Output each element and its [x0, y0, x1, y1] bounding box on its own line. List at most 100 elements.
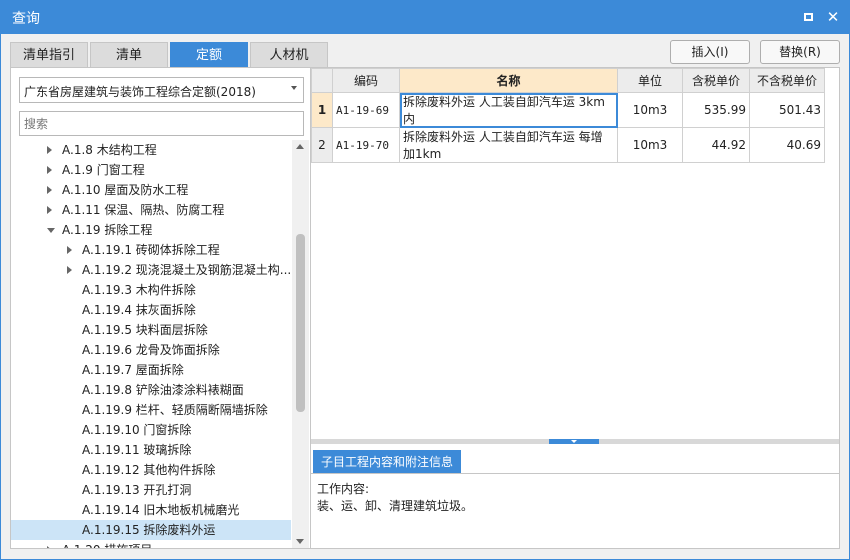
tree-item[interactable]: A.1.11 保温、隔热、防腐工程: [11, 200, 291, 220]
col-header-code[interactable]: 编码: [332, 68, 400, 93]
tree-item-label: A.1.19.15 拆除废料外运: [82, 523, 216, 537]
tab-item-info[interactable]: 子目工程内容和附注信息: [313, 450, 462, 474]
insert-button[interactable]: 插入(I): [670, 40, 750, 64]
tree-item-label: A.1.19.10 门窗拆除: [82, 423, 192, 437]
splitter-grip[interactable]: [549, 439, 599, 444]
info-text: 装、运、卸、清理建筑垃圾。: [317, 499, 474, 513]
tree-item[interactable]: A.1.19.5 块料面层拆除: [11, 320, 291, 340]
cell-code[interactable]: A1-19-69: [332, 92, 400, 128]
tree-item-label: A.1.19.9 栏杆、轻质隔断隔墙拆除: [82, 403, 268, 417]
collapsed-arrow-icon[interactable]: [47, 206, 52, 214]
quota-table: 编码 名称 单位 含税单价 不含税单价 1 A1-19-69 拆除废料外运 人工…: [311, 68, 825, 163]
table-row[interactable]: 1 A1-19-69 拆除废料外运 人工装自卸汽车运 3km内 10m3 535…: [311, 92, 825, 128]
collapsed-arrow-icon[interactable]: [47, 546, 52, 548]
tree-item-label: A.1.10 屋面及防水工程: [62, 183, 189, 197]
tree-item[interactable]: A.1.9 门窗工程: [11, 160, 291, 180]
tree-item-label: A.1.19.1 砖砌体拆除工程: [82, 243, 220, 257]
tab-list-guide[interactable]: 清单指引: [10, 42, 88, 67]
window-title: 查询: [12, 11, 40, 27]
collapsed-arrow-icon[interactable]: [67, 246, 72, 254]
tree-item[interactable]: A.1.19.3 木构件拆除: [11, 280, 291, 300]
tree-item[interactable]: A.1.19.6 龙骨及饰面拆除: [11, 340, 291, 360]
tab-labor-material-machine[interactable]: 人材机: [250, 42, 328, 67]
tree-item-label: A.1.8 木结构工程: [62, 143, 157, 157]
tree-item-label: A.1.19.2 现浇混凝土及钢筋混凝土构...: [82, 263, 291, 277]
collapsed-arrow-icon[interactable]: [47, 146, 52, 154]
title-bar: 查询 ✕: [0, 0, 850, 34]
col-header-name[interactable]: 名称: [399, 68, 618, 93]
dataset-select-value: 广东省房屋建筑与装饰工程综合定额(2018): [24, 85, 256, 99]
tree-item-label: A.1.19 拆除工程: [62, 223, 153, 237]
row-index: 2: [311, 127, 333, 163]
tree-item-label: A.1.19.3 木构件拆除: [82, 283, 196, 297]
chevron-down-icon: [571, 440, 577, 443]
tree-item[interactable]: A.1.19.1 砖砌体拆除工程: [11, 240, 291, 260]
left-panel: 广东省房屋建筑与装饰工程综合定额(2018) A.1.8 木结构工程 A.1.9 …: [10, 67, 311, 549]
cell-unit[interactable]: 10m3: [617, 127, 683, 163]
tree-item[interactable]: A.1.19.12 其他构件拆除: [11, 460, 291, 480]
table-header-row: 编码 名称 单位 含税单价 不含税单价: [311, 68, 825, 93]
tree-item[interactable]: A.1.19.13 开孔打洞: [11, 480, 291, 500]
tree-item-label: A.1.19.7 屋面拆除: [82, 363, 184, 377]
scroll-thumb[interactable]: [296, 234, 305, 412]
tab-list[interactable]: 清单: [90, 42, 168, 67]
close-icon[interactable]: ✕: [823, 7, 843, 27]
tree-scrollbar[interactable]: [292, 140, 309, 548]
tree-item-label: A.1.19.5 块料面层拆除: [82, 323, 208, 337]
col-header-price-notax[interactable]: 不含税单价: [749, 68, 825, 93]
cell-name[interactable]: 拆除废料外运 人工装自卸汽车运 3km内: [399, 92, 618, 128]
tree-item[interactable]: A.1.19.7 屋面拆除: [11, 360, 291, 380]
tree-item[interactable]: A.1.19.9 栏杆、轻质隔断隔墙拆除: [11, 400, 291, 420]
tree-item-label: A.1.20 措施项目: [62, 540, 152, 548]
tree-item[interactable]: A.1.19.14 旧木地板机械磨光: [11, 500, 291, 520]
right-panel: 编码 名称 单位 含税单价 不含税单价 1 A1-19-69 拆除废料外运 人工…: [310, 67, 840, 549]
tree-item[interactable]: A.1.19.4 抹灰面拆除: [11, 300, 291, 320]
tree-item[interactable]: A.1.20 措施项目: [11, 540, 291, 548]
cell-price-tax[interactable]: 44.92: [682, 127, 750, 163]
cell-price-notax[interactable]: 501.43: [749, 92, 825, 128]
cell-name[interactable]: 拆除废料外运 人工装自卸汽车运 每增加1km: [399, 127, 618, 163]
table-row[interactable]: 2 A1-19-70 拆除废料外运 人工装自卸汽车运 每增加1km 10m3 4…: [311, 127, 825, 163]
row-index-header: [311, 68, 333, 93]
tab-quota[interactable]: 定额: [170, 42, 248, 67]
info-content: 工作内容: 装、运、卸、清理建筑垃圾。: [311, 473, 839, 548]
tree-item-label: A.1.19.6 龙骨及饰面拆除: [82, 343, 220, 357]
chevron-down-icon: [291, 86, 297, 90]
expanded-arrow-icon[interactable]: [47, 228, 55, 233]
collapsed-arrow-icon[interactable]: [47, 186, 52, 194]
tree-item[interactable]: A.1.10 屋面及防水工程: [11, 180, 291, 200]
scroll-down-icon[interactable]: [296, 539, 304, 544]
tree-item-label: A.1.19.12 其他构件拆除: [82, 463, 216, 477]
tree-item-label: A.1.19.11 玻璃拆除: [82, 443, 192, 457]
info-heading: 工作内容:: [317, 482, 370, 496]
tree-item[interactable]: A.1.8 木结构工程: [11, 140, 291, 160]
category-tree: A.1.8 木结构工程 A.1.9 门窗工程 A.1.10 屋面及防水工程 A.1.1…: [11, 140, 291, 548]
collapsed-arrow-icon[interactable]: [47, 166, 52, 174]
tree-item-label: A.1.19.14 旧木地板机械磨光: [82, 503, 240, 517]
panel-splitter[interactable]: [311, 439, 839, 444]
tree-item[interactable]: A.1.19.8 铲除油漆涂料裱糊面: [11, 380, 291, 400]
cell-price-notax[interactable]: 40.69: [749, 127, 825, 163]
tree-item[interactable]: A.1.19 拆除工程: [11, 220, 291, 240]
cell-unit[interactable]: 10m3: [617, 92, 683, 128]
tree-item-label: A.1.19.13 开孔打洞: [82, 483, 192, 497]
replace-button[interactable]: 替换(R): [760, 40, 840, 64]
tree-item[interactable]: A.1.19.10 门窗拆除: [11, 420, 291, 440]
tree-item-label: A.1.19.4 抹灰面拆除: [82, 303, 196, 317]
cell-code[interactable]: A1-19-70: [332, 127, 400, 163]
cell-price-tax[interactable]: 535.99: [682, 92, 750, 128]
tree-item-label: A.1.11 保温、隔热、防腐工程: [62, 203, 225, 217]
tree-item-label: A.1.9 门窗工程: [62, 163, 145, 177]
search-input[interactable]: [19, 111, 304, 136]
tree-item[interactable]: A.1.19.2 现浇混凝土及钢筋混凝土构...: [11, 260, 291, 280]
maximize-icon[interactable]: [798, 7, 818, 27]
scroll-up-icon[interactable]: [296, 144, 304, 149]
dataset-select[interactable]: 广东省房屋建筑与装饰工程综合定额(2018): [19, 77, 304, 103]
row-index: 1: [311, 92, 333, 128]
tree-item[interactable]: A.1.19.11 玻璃拆除: [11, 440, 291, 460]
col-header-unit[interactable]: 单位: [617, 68, 683, 93]
collapsed-arrow-icon[interactable]: [67, 266, 72, 274]
col-header-price-tax[interactable]: 含税单价: [682, 68, 750, 93]
tree-item[interactable]: A.1.19.15 拆除废料外运: [11, 520, 291, 540]
tree-item-label: A.1.19.8 铲除油漆涂料裱糊面: [82, 383, 244, 397]
